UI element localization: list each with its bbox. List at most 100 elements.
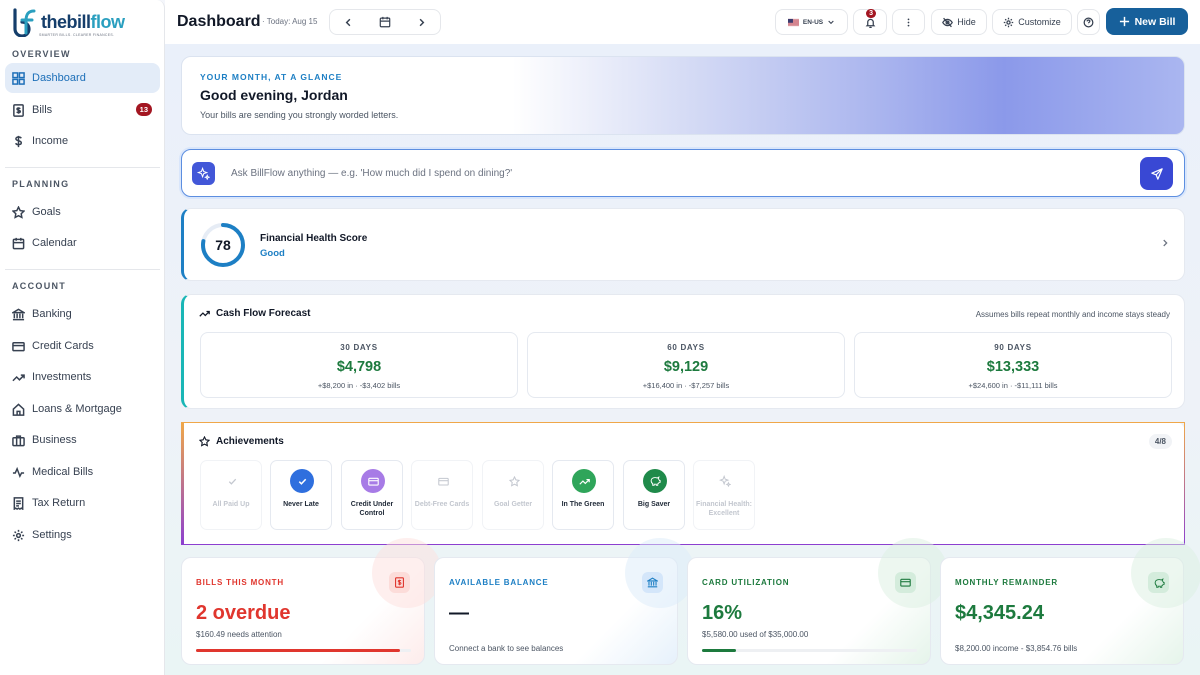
bank-icon [12, 308, 25, 321]
sidebar-item-dashboard[interactable]: Dashboard [5, 63, 160, 93]
health-label: Financial Health Score [260, 233, 368, 244]
chevron-left-icon[interactable] [343, 17, 354, 28]
stat-value: 2 overdue [196, 602, 291, 624]
new-bill-button[interactable]: New Bill [1106, 8, 1188, 35]
stat-sub: $5,580.00 used of $35,000.00 [702, 630, 809, 639]
bills-count-badge: 13 [135, 103, 152, 116]
notifications-button[interactable]: 3 [853, 9, 887, 35]
achievement-label: Goal Getter [493, 501, 533, 508]
sidebar-item-income[interactable]: Income [5, 126, 160, 156]
star-icon [199, 436, 210, 447]
sidebar-item-label: Settings [32, 529, 72, 541]
monthly-remainder-card[interactable]: MONTHLY REMAINDER $4,345.24 $8,200.00 in… [940, 538, 1200, 665]
chevron-right-icon[interactable] [416, 17, 427, 28]
achievement-goal-getter[interactable]: Goal Getter [482, 460, 544, 530]
stat-key: CARD UTILIZATION [702, 578, 790, 587]
sidebar-item-medical-bills[interactable]: Medical Bills [5, 457, 160, 487]
bill-icon [12, 103, 25, 117]
send-button[interactable] [1140, 157, 1173, 190]
sidebar-item-credit-cards[interactable]: Credit Cards [5, 331, 160, 361]
logo-icon [13, 8, 36, 37]
hero-kicker: YOUR MONTH, AT A GLANCE [200, 72, 343, 82]
chevron-right-icon [1163, 239, 1168, 247]
stat-key: AVAILABLE BALANCE [449, 578, 549, 587]
cash-flow-card: Cash Flow Forecast Assumes bills repeat … [181, 294, 1185, 409]
stat-sub: $160.49 needs attention [196, 630, 282, 639]
sidebar-divider [5, 167, 160, 168]
sidebar-item-calendar[interactable]: Calendar [5, 228, 160, 258]
forecast-30-days: 30 DAYS $4,798 +$8,200 in · -$3,402 bill… [200, 332, 518, 398]
achievements-card: Achievements 4/8 All Paid Up Never Late … [181, 422, 1185, 545]
help-icon [1083, 17, 1094, 27]
sidebar-item-business[interactable]: Business [5, 425, 160, 455]
stat-value: 16% [702, 602, 743, 624]
plus-icon [1119, 16, 1129, 27]
locale-selector[interactable]: EN-US [775, 9, 848, 35]
home-icon [12, 402, 25, 416]
stat-sub: Connect a bank to see balances [449, 644, 564, 653]
sidebar-item-label: Investments [32, 371, 92, 383]
calendar-icon[interactable] [379, 16, 391, 28]
bills-this-month-card[interactable]: BILLS THIS MONTH 2 overdue $160.49 needs… [181, 538, 442, 665]
credit-card-icon [431, 469, 455, 493]
achievement-big-saver[interactable]: Big Saver [623, 460, 685, 530]
forecast-breakdown: +$8,200 in · -$3,402 bills [317, 381, 401, 390]
page-title: Dashboard [177, 13, 261, 30]
achievement-label: In The Green [561, 501, 605, 508]
sidebar-item-investments[interactable]: Investments [5, 362, 160, 392]
sidebar-item-label: Goals [32, 206, 61, 218]
ask-input[interactable]: Ask BillFlow anything — e.g. 'How much d… [231, 168, 512, 179]
help-button[interactable] [1077, 9, 1100, 35]
more-options-button[interactable] [892, 9, 925, 35]
stat-sub: $8,200.00 income - $3,854.76 bills [955, 644, 1078, 653]
bank-icon [642, 572, 663, 593]
cash-flow-title: Cash Flow Forecast [216, 308, 311, 319]
customize-button[interactable]: Customize [992, 9, 1072, 35]
hero-banner: YOUR MONTH, AT A GLANCE Good evening, Jo… [181, 56, 1185, 135]
piggy-bank-icon [1148, 572, 1169, 593]
hide-button[interactable]: Hide [931, 9, 987, 35]
utilization-progress-fill [702, 649, 737, 652]
sidebar-item-banking[interactable]: Banking [5, 299, 160, 329]
forecast-60-days: 60 DAYS $9,129 +$16,400 in · -$7,257 bil… [527, 332, 845, 398]
achievement-in-the-green[interactable]: In The Green [552, 460, 614, 530]
check-icon [220, 469, 244, 493]
financial-health-card[interactable]: 78 Financial Health Score Good [181, 208, 1185, 281]
dollar-icon [389, 572, 410, 593]
forecast-90-days: 90 DAYS $13,333 +$24,600 in · -$11,111 b… [854, 332, 1172, 398]
trend-icon [572, 469, 596, 493]
achievement-credit-under-control[interactable]: Credit Under Control [341, 460, 403, 530]
card-utilization-card[interactable]: CARD UTILIZATION 16% $5,580.00 used of $… [687, 538, 948, 665]
achievement-never-late[interactable]: Never Late [270, 460, 332, 530]
today-date: · Today: Aug 15 [262, 17, 318, 26]
utilization-progress-bar [702, 649, 917, 652]
available-balance-card[interactable]: AVAILABLE BALANCE — Connect a bank to se… [434, 538, 695, 665]
achievement-financial-health-excellent[interactable]: Financial Health: Excellent [693, 460, 755, 530]
achievement-debt-free-cards[interactable]: Debt-Free Cards [411, 460, 473, 530]
achievement-all-paid-up[interactable]: All Paid Up [200, 460, 262, 530]
sidebar-item-settings[interactable]: Settings [5, 520, 160, 550]
gear-icon [12, 529, 25, 542]
logo[interactable]: thebillflow SMARTER BILLS. CLEARER FINAN… [10, 6, 125, 38]
sidebar-item-tax-return[interactable]: Tax Return [5, 488, 160, 518]
forecast-period: 60 DAYS [667, 343, 705, 352]
sidebar-item-loans-mortgage[interactable]: Loans & Mortgage [5, 394, 160, 424]
ask-box[interactable]: Ask BillFlow anything — e.g. 'How much d… [181, 149, 1185, 197]
main-content: YOUR MONTH, AT A GLANCE Good evening, Jo… [165, 44, 1200, 675]
trend-icon [12, 371, 25, 384]
sidebar-item-goals[interactable]: Goals [5, 197, 160, 227]
sidebar-item-bills[interactable]: Bills 13 [5, 95, 160, 125]
brand-name-flow: flow [90, 12, 126, 32]
forecast-value: $13,333 [986, 359, 1040, 375]
forecast-period: 90 DAYS [994, 343, 1032, 352]
cash-flow-heading: Cash Flow Forecast [199, 308, 310, 319]
chevron-down-icon [828, 20, 834, 25]
trend-icon [199, 310, 210, 317]
pulse-icon [12, 466, 25, 479]
check-icon [290, 469, 314, 493]
forecast-breakdown: +$16,400 in · -$7,257 bills [642, 381, 730, 390]
sparkle-icon [713, 469, 737, 493]
brand-name: thebillflow [41, 12, 126, 32]
account-heading: ACCOUNT [12, 281, 67, 291]
stat-value: $4,345.24 [955, 602, 1044, 624]
